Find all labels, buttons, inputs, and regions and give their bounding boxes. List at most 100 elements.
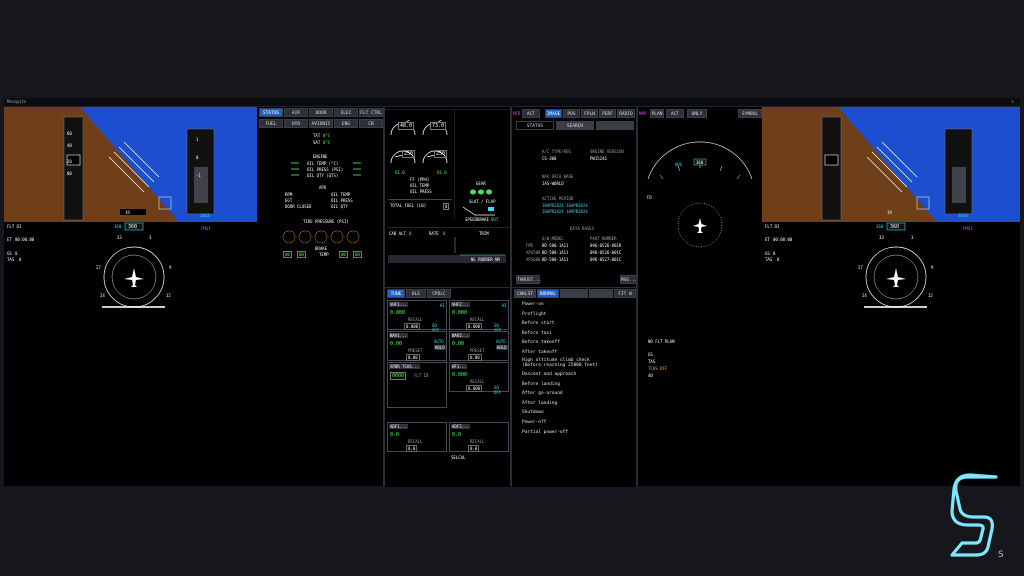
checklist-item[interactable]: Before landing bbox=[522, 380, 560, 390]
hf1-freq[interactable]: 0.000 bbox=[452, 372, 467, 378]
tab-abnormal[interactable] bbox=[560, 289, 588, 298]
tab-dle[interactable]: DLE bbox=[406, 289, 426, 298]
msg-button[interactable]: MSG... bbox=[620, 275, 636, 284]
vhf1-freq[interactable]: 0.000 bbox=[390, 310, 405, 316]
tab-door[interactable]: DOOR bbox=[309, 108, 333, 117]
sw-row-1-model: BD-500-1A11 bbox=[542, 243, 569, 248]
nav1-preset[interactable]: 0.00 bbox=[406, 354, 420, 361]
compass-27-right: 27 bbox=[858, 265, 863, 270]
subtab-search[interactable]: SEARCH bbox=[556, 121, 594, 130]
tab-normal[interactable]: NORMAL bbox=[537, 289, 559, 298]
nav2-hold[interactable]: HOLD bbox=[496, 345, 508, 350]
tab-cpdlc[interactable]: CPDLC bbox=[427, 289, 451, 298]
checklist-item[interactable]: After landing bbox=[522, 399, 557, 409]
close-icon[interactable]: ✕ bbox=[1011, 98, 1014, 106]
tab-cb[interactable]: CB bbox=[359, 119, 383, 128]
nav1-sub: PRESET bbox=[408, 348, 423, 353]
checklist-item[interactable]: Power-off bbox=[522, 418, 546, 428]
thrust-button[interactable]: THRUST... bbox=[516, 275, 541, 284]
checklist-item[interactable]: After takeoff bbox=[522, 348, 557, 358]
tab-flt-ctrl[interactable]: FLT CTRL bbox=[359, 108, 383, 117]
tab-eng[interactable]: ENG bbox=[334, 119, 358, 128]
adf2-recall[interactable]: 0.0 bbox=[468, 445, 480, 452]
tab-emergency[interactable] bbox=[589, 289, 613, 298]
tab-fuel[interactable]: FUEL bbox=[259, 119, 283, 128]
nav2-box[interactable]: NAV2... AUTO 0.00 PRESET HOLD 0.00 bbox=[449, 331, 509, 361]
tab-elec[interactable]: ELEC bbox=[334, 108, 358, 117]
tire-box-1: 00 bbox=[283, 251, 292, 258]
xpdr-title[interactable]: XPDR TCAS... bbox=[389, 364, 420, 369]
adf2-freq[interactable]: 0.0 bbox=[452, 432, 461, 438]
hf1-recall[interactable]: 0.000 bbox=[466, 385, 483, 392]
fms-panel: MFD ACT IMAGE POS FPLN PERF RADIO STATUS… bbox=[512, 107, 636, 287]
vhf1-recall[interactable]: 0.000 bbox=[404, 323, 421, 330]
act-dropdown[interactable]: ACT bbox=[522, 109, 540, 118]
fit-width-dropdown[interactable]: FIT W bbox=[614, 289, 636, 298]
sw-row-2-name: APS500 bbox=[526, 250, 541, 255]
selcal-label[interactable]: SELCAL bbox=[451, 455, 465, 460]
tab-chklst[interactable]: CHKLST bbox=[514, 289, 536, 298]
checklist-item[interactable]: Before takeoff bbox=[522, 338, 560, 348]
nav2-preset[interactable]: 0.00 bbox=[468, 354, 482, 361]
checklist-item[interactable]: Power-on bbox=[522, 300, 544, 310]
tab-hyd[interactable]: HYD bbox=[284, 119, 308, 128]
tire-pressure-heading: TIRE PRESSURE (PSI) bbox=[303, 219, 349, 224]
speed-tape-00: 00 bbox=[67, 171, 72, 176]
tab-tune[interactable]: TUNE bbox=[387, 289, 405, 298]
hf1-title[interactable]: HF1... bbox=[451, 364, 468, 369]
hf1-box[interactable]: HF1... 0.000 RECALL 0.000 SQ OFF bbox=[449, 362, 509, 395]
nav1-hold[interactable]: HOLD bbox=[434, 345, 446, 350]
tab-radio[interactable]: RADIO bbox=[617, 109, 635, 118]
wind-label: GS bbox=[7, 251, 12, 256]
nav1-title[interactable]: NAV1... bbox=[389, 333, 408, 338]
vhf2-title[interactable]: VHF2... bbox=[451, 302, 470, 307]
checklist-item[interactable]: Before taxi bbox=[522, 329, 552, 339]
xpdr-box[interactable]: XPDR TCAS... 0000 FLT ID bbox=[387, 362, 447, 408]
tab-air[interactable]: AIR bbox=[284, 108, 308, 117]
adf1-title[interactable]: ADF1... bbox=[389, 424, 408, 429]
hf1-sq[interactable]: SQ OFF bbox=[494, 385, 508, 395]
nav2-auto[interactable]: AUTO bbox=[496, 339, 506, 344]
adf1-recall[interactable]: 0.0 bbox=[406, 445, 418, 452]
nav-mode-right: FMS1 bbox=[963, 226, 973, 231]
tab-status[interactable]: STATUS bbox=[259, 108, 283, 117]
nav1-freq[interactable]: 0.00 bbox=[390, 341, 402, 347]
nav2-freq[interactable]: 0.00 bbox=[452, 341, 464, 347]
checklist-item[interactable]: Partial power-off bbox=[522, 428, 568, 438]
adf1-box[interactable]: ADF1... 0.0 RECALL 0.0 bbox=[387, 422, 447, 452]
checklist-item[interactable]: Preflight bbox=[522, 310, 546, 320]
compass-24: 24 bbox=[100, 293, 105, 298]
adf2-title[interactable]: ADF2... bbox=[451, 424, 470, 429]
vhf2-freq[interactable]: 0.000 bbox=[452, 310, 467, 316]
cab-alt-label: CAB ALT bbox=[389, 231, 406, 236]
tab-fpln[interactable]: FPLN bbox=[581, 109, 598, 118]
nav2-title[interactable]: NAV2... bbox=[451, 333, 470, 338]
pfd-left: 60 40 20 00 1 0 -1 1013 19 FLT DI 360 36… bbox=[4, 107, 257, 486]
xpdr-code[interactable]: 0000 bbox=[390, 372, 407, 380]
vhf2-recall[interactable]: 0.000 bbox=[466, 323, 483, 330]
pfd-right: 1013 19 FLT DI 360 360 FMS1 ET 00:00:00 … bbox=[762, 107, 1020, 486]
tab-perf[interactable]: PERF bbox=[599, 109, 616, 118]
tab-image[interactable]: IMAGE bbox=[545, 109, 562, 118]
checklist-item-sub[interactable]: (Before reaching 25000 feet) bbox=[522, 363, 598, 368]
adf2-box[interactable]: ADF2... 0.0 RECALL 0.0 bbox=[449, 422, 509, 452]
subtab-empty[interactable] bbox=[596, 121, 634, 130]
active-period-row-2[interactable]: 16APR2024 18APR2024 bbox=[542, 209, 588, 214]
vhf1-box[interactable]: VHF1... HI 0.000 RECALL 0.000 SQ OFF bbox=[387, 300, 447, 333]
checklist-item[interactable]: After go-around bbox=[522, 389, 563, 399]
hf1-sub: RECALL bbox=[470, 379, 485, 384]
checklist-item[interactable]: Descent and approach bbox=[522, 370, 576, 380]
active-period-row-1[interactable]: 18APR2024 16APR2024 bbox=[542, 203, 588, 208]
vhf2-box[interactable]: VHF2... HI 0.000 RECALL 0.000 SQ OFF bbox=[449, 300, 509, 333]
alt-tape-0: 0 bbox=[196, 155, 199, 160]
checklist-item[interactable]: Before start bbox=[522, 319, 555, 329]
vhf1-title[interactable]: VHF1... bbox=[389, 302, 408, 307]
checklist-item[interactable]: Shutdown bbox=[522, 408, 544, 418]
nav1-box[interactable]: NAV1... AUTO 0.00 PRESET HOLD 0.00 bbox=[387, 331, 447, 361]
tab-avionic[interactable]: AVIONIC bbox=[309, 119, 333, 128]
tab-pos[interactable]: POS bbox=[563, 109, 580, 118]
brake-label: BRAKE bbox=[315, 246, 328, 251]
nav1-auto[interactable]: AUTO bbox=[434, 339, 444, 344]
subtab-status[interactable]: STATUS bbox=[516, 121, 554, 130]
adf1-freq[interactable]: 0.0 bbox=[390, 432, 399, 438]
